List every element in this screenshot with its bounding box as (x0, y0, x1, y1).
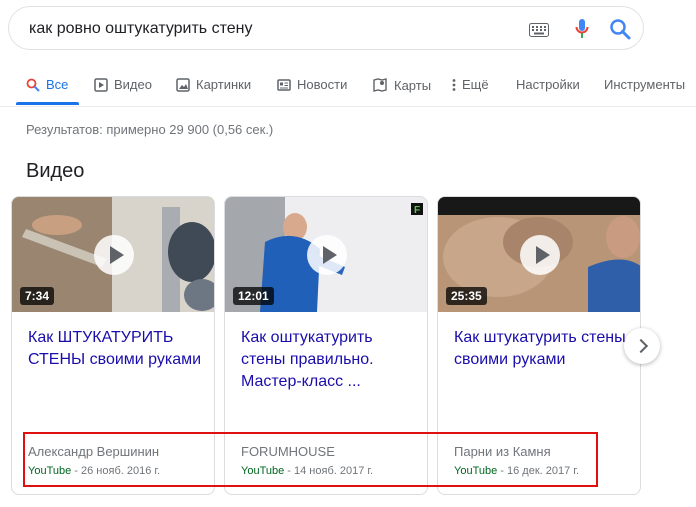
video-title[interactable]: Как штукатурить стены своими руками (454, 327, 632, 371)
next-arrow-button[interactable] (624, 328, 660, 364)
annotation-highlight-box (23, 432, 598, 487)
play-icon[interactable] (520, 235, 560, 275)
search-input[interactable]: как ровно оштукатурить стену (29, 20, 252, 38)
tab-label: Новости (297, 77, 348, 92)
tab-label: Все (46, 77, 69, 92)
tab-maps[interactable]: Карты (372, 77, 431, 93)
video-thumbnail[interactable]: F 12:01 (225, 197, 427, 312)
tab-label: Настройки (516, 77, 580, 92)
keyboard-icon[interactable] (529, 23, 549, 42)
image-icon (176, 77, 190, 92)
tab-more[interactable]: Ещё (452, 77, 489, 92)
search-box[interactable]: как ровно оштукатурить стену (8, 6, 644, 50)
tab-all[interactable]: Все (26, 77, 68, 92)
map-pin-icon (373, 78, 387, 92)
tab-video[interactable]: Видео (94, 77, 152, 92)
search-icon[interactable] (609, 18, 631, 45)
microphone-icon[interactable] (575, 18, 589, 45)
section-title: Видео (26, 160, 85, 182)
more-vertical-icon (452, 78, 456, 91)
video-icon (94, 77, 108, 92)
play-icon[interactable] (94, 235, 134, 275)
result-stats: Результатов: примерно 29 900 (0,56 сек.) (26, 122, 274, 137)
news-icon (277, 78, 291, 91)
video-title[interactable]: Как ШТУКАТУРИТЬ СТЕНЫ своими руками (28, 327, 206, 371)
tab-images[interactable]: Картинки (176, 77, 251, 92)
tab-label: Инструменты (604, 77, 686, 92)
active-tab-indicator (16, 102, 79, 105)
tab-news[interactable]: Новости (277, 77, 347, 92)
video-thumbnail[interactable]: 25:35 (438, 197, 640, 312)
search-tabs: Все Видео Картинки Новости Карты Ещё Нас… (0, 70, 696, 107)
video-thumbnail[interactable]: 7:34 (12, 197, 214, 312)
video-title[interactable]: Как оштукатурить стены правильно. Мастер… (241, 327, 419, 393)
tab-settings[interactable]: Настройки (516, 77, 580, 92)
tab-label: Ещё (462, 77, 489, 92)
search-icon (26, 78, 40, 92)
video-duration: 25:35 (446, 287, 487, 305)
video-duration: 7:34 (20, 287, 55, 305)
video-duration: 12:01 (233, 287, 274, 305)
play-icon[interactable] (307, 235, 347, 275)
tab-tools[interactable]: Инструменты (604, 77, 685, 92)
tab-label: Карты (394, 77, 432, 93)
svg-text:F: F (414, 205, 420, 216)
tab-label: Видео (114, 77, 152, 92)
tab-label: Картинки (196, 77, 252, 92)
